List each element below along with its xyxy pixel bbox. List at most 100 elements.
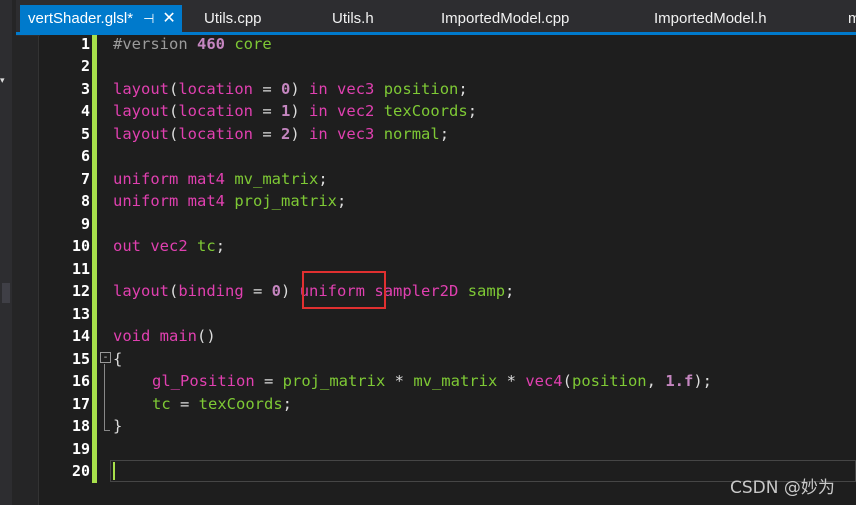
keyword: layout bbox=[113, 125, 169, 143]
type: mat4 bbox=[187, 192, 225, 210]
tab-vertshader[interactable]: vertShader.glsl* ⊣ ✕ bbox=[20, 5, 182, 32]
number: 1.f bbox=[665, 372, 694, 390]
keyword: void bbox=[113, 327, 151, 345]
keyword: uniform bbox=[113, 170, 179, 188]
identifier: mv_matrix bbox=[413, 372, 498, 390]
line-number: 1 bbox=[80, 35, 90, 53]
code-line-3: layout(location = 0) in vec3 position; bbox=[113, 78, 468, 100]
punct: = bbox=[170, 395, 199, 413]
punct: ) bbox=[290, 102, 310, 120]
tab-label: Utils.h bbox=[332, 10, 374, 27]
type: vec4 bbox=[525, 372, 563, 390]
punct: ; bbox=[458, 80, 468, 98]
tab-label: m bbox=[848, 10, 856, 27]
tab-utils-h[interactable]: Utils.h bbox=[332, 5, 374, 32]
text-cursor bbox=[113, 462, 115, 480]
annotation-highlight-box bbox=[302, 271, 386, 309]
fold-collapse-icon[interactable]: - bbox=[100, 352, 111, 363]
line-number: 11 bbox=[71, 260, 90, 278]
keyword: location bbox=[178, 125, 253, 143]
identifier: mv_matrix bbox=[234, 170, 319, 188]
punct: () bbox=[197, 327, 216, 345]
builtin: gl_Position bbox=[152, 372, 255, 390]
keyword: layout bbox=[113, 102, 169, 120]
identifier: samp bbox=[467, 282, 506, 300]
pin-icon[interactable]: ⊣ bbox=[143, 5, 154, 32]
number: 460 bbox=[197, 35, 225, 53]
keyword: in bbox=[309, 80, 328, 98]
fold-guide-end bbox=[104, 430, 110, 431]
line-number: 2 bbox=[80, 57, 90, 75]
punct: ; bbox=[439, 125, 450, 143]
number: 2 bbox=[281, 125, 291, 143]
line-number: 18 bbox=[71, 417, 90, 435]
code-line-7: uniform mat4 mv_matrix; bbox=[113, 168, 328, 190]
editor-margin bbox=[12, 0, 39, 505]
code-line-14: void main() bbox=[113, 325, 216, 347]
punct: = bbox=[253, 102, 281, 120]
line-number: 15 bbox=[71, 350, 90, 368]
line-number: 9 bbox=[80, 215, 90, 233]
punct: ; bbox=[505, 282, 515, 300]
function-name: main bbox=[159, 327, 197, 345]
code-line-17: tc = texCoords; bbox=[152, 393, 292, 415]
code-line-15: { bbox=[113, 348, 122, 370]
code-line-16: gl_Position = proj_matrix * mv_matrix * … bbox=[152, 370, 712, 392]
tab-overflow[interactable]: m bbox=[848, 5, 856, 32]
punct: } bbox=[113, 417, 123, 435]
punct: ( bbox=[169, 282, 179, 300]
type: sampler2D bbox=[374, 282, 459, 300]
punct: = bbox=[243, 282, 272, 300]
identifier: tc bbox=[152, 395, 171, 413]
identifier: texCoords bbox=[198, 395, 283, 413]
toolbar-arrow-icon[interactable]: ▾ bbox=[0, 76, 8, 85]
keyword: in bbox=[309, 102, 328, 120]
left-toolbar-strip: ▾ bbox=[0, 0, 12, 505]
keyword: location bbox=[178, 102, 253, 120]
type: vec3 bbox=[337, 80, 375, 98]
identifier: core bbox=[234, 35, 272, 53]
tab-label: ImportedModel.cpp bbox=[441, 10, 570, 27]
punct: ); bbox=[693, 372, 712, 390]
code-line-18: } bbox=[113, 415, 122, 437]
line-number: 19 bbox=[71, 440, 90, 458]
line-number: 12 bbox=[71, 282, 90, 300]
watermark: CSDN @妙为 bbox=[730, 478, 835, 498]
number: 0 bbox=[281, 80, 291, 98]
punct: ; bbox=[282, 395, 293, 413]
code-line-1: #version 460 core bbox=[113, 33, 272, 55]
identifier: position bbox=[571, 372, 647, 390]
tab-importedmodel-h[interactable]: ImportedModel.h bbox=[654, 5, 767, 32]
line-number: 20 bbox=[71, 462, 90, 480]
line-number: 16 bbox=[71, 372, 90, 390]
close-icon[interactable]: ✕ bbox=[162, 5, 175, 32]
tab-label: vertShader.glsl* bbox=[28, 10, 134, 27]
punct: ; bbox=[337, 192, 347, 210]
tab-bar: vertShader.glsl* ⊣ ✕ Utils.cpp Utils.h Imp… bbox=[16, 0, 856, 36]
tab-utils-cpp[interactable]: Utils.cpp bbox=[204, 5, 262, 32]
punct: = bbox=[253, 125, 281, 143]
code-line-4: layout(location = 1) in vec2 texCoords; bbox=[113, 100, 477, 122]
punct: ) bbox=[281, 282, 300, 300]
keyword: out bbox=[113, 237, 141, 255]
punct: ) bbox=[290, 125, 310, 143]
punct: = bbox=[253, 80, 281, 98]
keyword: layout bbox=[113, 80, 169, 98]
line-number: 10 bbox=[71, 237, 90, 255]
punct: ( bbox=[169, 102, 179, 120]
line-number: 17 bbox=[71, 395, 90, 413]
tab-label: ImportedModel.h bbox=[654, 10, 767, 27]
code-line-10: out vec2 tc; bbox=[113, 235, 225, 257]
punct: ) bbox=[290, 80, 310, 98]
tab-importedmodel-cpp[interactable]: ImportedModel.cpp bbox=[441, 5, 569, 32]
identifier: proj_matrix bbox=[234, 192, 337, 210]
keyword: in bbox=[309, 125, 328, 143]
directive: #version bbox=[113, 35, 188, 53]
line-number: 7 bbox=[80, 170, 90, 188]
type: mat4 bbox=[187, 170, 225, 188]
